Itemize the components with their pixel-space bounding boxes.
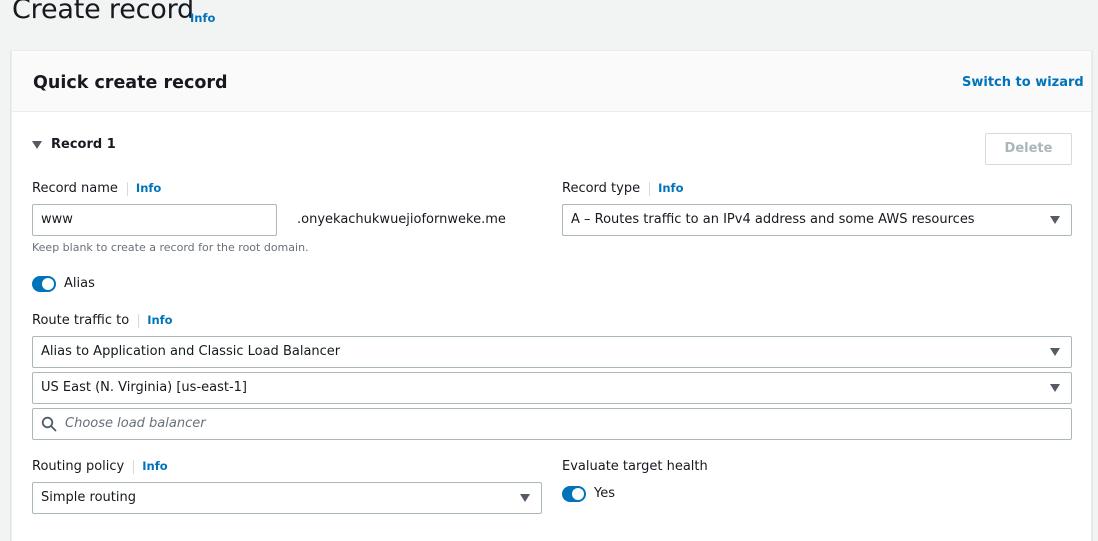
delete-button[interactable]: Delete <box>985 133 1072 165</box>
alias-toggle[interactable] <box>32 276 56 292</box>
search-placeholder: Choose load balancer <box>65 416 206 431</box>
routing-policy-select[interactable]: Simple routing <box>32 482 542 514</box>
divider <box>138 313 140 328</box>
route-traffic-info-link[interactable]: Info <box>147 313 172 327</box>
record-type-select[interactable]: A – Routes traffic to an IPv4 address an… <box>562 204 1072 236</box>
divider <box>649 181 651 196</box>
evaluate-health-toggle-label: Yes <box>594 486 615 501</box>
record-type-label: Record type <box>562 181 641 196</box>
load-balancer-search[interactable]: Choose load balancer <box>32 408 1072 440</box>
region-select[interactable]: US East (N. Virginia) [us-east-1] <box>32 372 1072 404</box>
route-traffic-label: Route traffic to <box>32 313 130 328</box>
divider <box>133 459 135 474</box>
routing-policy-label-row: Routing policy Info <box>32 459 168 474</box>
routing-policy-label: Routing policy <box>32 459 125 474</box>
record-type-value: A – Routes traffic to an IPv4 address an… <box>571 212 975 227</box>
switch-to-wizard-link[interactable]: Switch to wizard <box>962 75 1084 90</box>
record-heading: Record 1 <box>51 137 116 152</box>
route-traffic-label-row: Route traffic to Info <box>32 313 173 328</box>
routing-policy-info-link[interactable]: Info <box>142 459 167 473</box>
page-info-link[interactable]: Info <box>190 11 215 25</box>
quick-create-panel: Quick create record Switch to wizard Rec… <box>11 50 1092 541</box>
panel-header: Quick create record Switch to wizard <box>12 51 1091 112</box>
chevron-down-icon <box>1050 348 1060 356</box>
record-name-hint: Keep blank to create a record for the ro… <box>32 241 309 254</box>
evaluate-health-toggle[interactable] <box>562 486 586 502</box>
chevron-down-icon <box>1050 384 1060 392</box>
record-name-value: www <box>41 212 73 227</box>
record-name-label-row: Record name Info <box>32 181 161 196</box>
record-type-info-link[interactable]: Info <box>658 181 683 195</box>
divider <box>126 181 128 196</box>
domain-suffix: .onyekachukwuejiofornweke.me <box>297 212 506 227</box>
record-type-label-row: Record type Info <box>562 181 683 196</box>
caret-down-icon <box>32 140 42 149</box>
endpoint-select[interactable]: Alias to Application and Classic Load Ba… <box>32 336 1072 368</box>
search-icon <box>41 416 57 432</box>
chevron-down-icon <box>520 494 530 502</box>
routing-policy-value: Simple routing <box>41 490 136 505</box>
endpoint-value: Alias to Application and Classic Load Ba… <box>41 344 341 359</box>
panel-title: Quick create record <box>33 73 228 93</box>
page-title: Create record <box>12 0 194 25</box>
record-name-input[interactable]: www <box>32 204 277 236</box>
record-name-label: Record name <box>32 181 118 196</box>
record-name-info-link[interactable]: Info <box>136 181 161 195</box>
alias-label: Alias <box>64 276 95 291</box>
evaluate-health-label: Evaluate target health <box>562 459 708 474</box>
record-expander[interactable]: Record 1 <box>32 137 116 152</box>
region-value: US East (N. Virginia) [us-east-1] <box>41 380 248 395</box>
chevron-down-icon <box>1050 216 1060 224</box>
